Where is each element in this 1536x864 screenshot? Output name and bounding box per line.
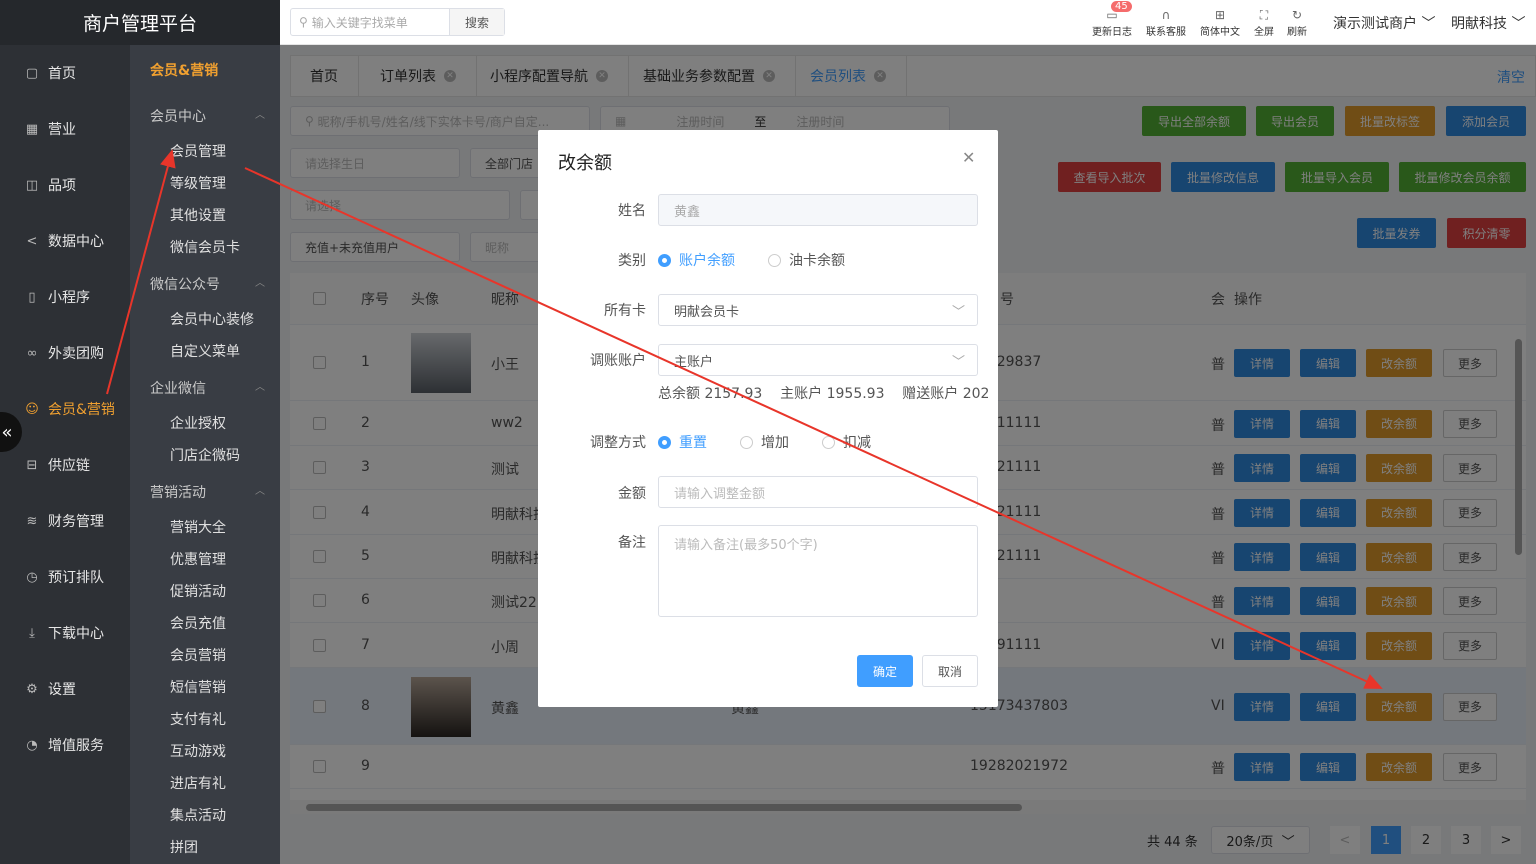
arrow-to-member-manage: [106, 149, 176, 395]
annotation-arrows: [106, 149, 1383, 689]
arrow-to-edit-balance: [244, 167, 1383, 689]
